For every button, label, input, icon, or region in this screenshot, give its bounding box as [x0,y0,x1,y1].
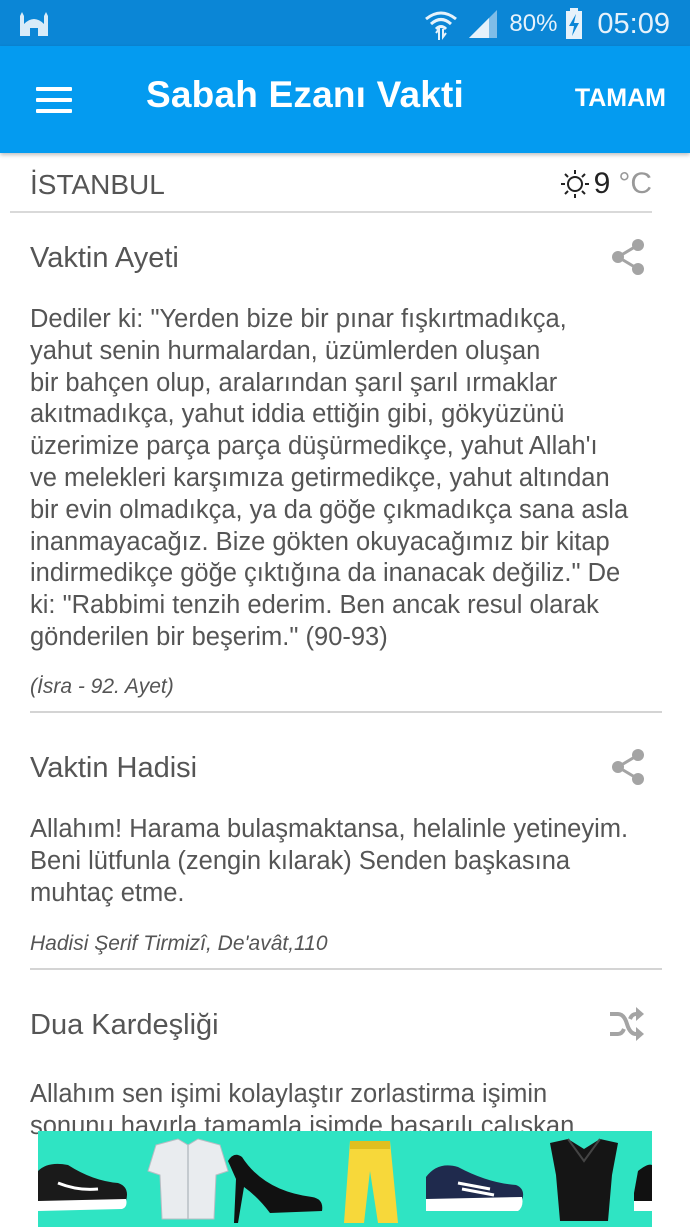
blouse-icon [550,1138,618,1221]
text-line: yahut senin hurmalardan, üzümlerden oluş… [30,336,541,365]
app-bar: Sabah Ezanı Vakti TAMAM [0,46,690,153]
status-bar: 80% 05:09 [0,0,690,46]
location-row: İSTANBUL 9 °C [10,153,652,213]
text-line: indirmedikçe göğe çıktığına da inanacak … [30,559,621,588]
wifi-icon [425,11,458,40]
shirt-icon [147,1138,229,1220]
sneaker-icon [38,1163,127,1211]
text-line: Dediler ki: "Yerden bize bir pınar fışkı… [30,305,567,333]
shuffle-icon[interactable] [608,1005,646,1043]
hadith-source: Hadisi Şerif Tirmizî, De'avât,110 [30,932,328,955]
text-line: akıtmadıkça, yahut iddia ettiğin gibi, g… [30,400,565,429]
high-heel-icon [228,1154,323,1223]
hadith-text: Allahım! Harama bulaşmaktansa, helalinle… [30,814,662,909]
sneaker-icon [426,1165,524,1211]
text-line: ki: "Rabbimi tenzih ederim. Ben ancak re… [30,591,599,620]
verse-title: Vaktin Ayeti [30,242,179,274]
verse-text: Dediler ki: "Yerden bize bir pınar fışkı… [30,304,662,654]
temperature-unit: °C [618,167,652,200]
text-line: Allahım! Harama bulaşmaktansa, helalinle… [30,815,629,843]
clock: 05:09 [597,7,670,40]
battery-percent: 80% [509,10,558,37]
divider [30,968,662,970]
text-line: inanmayacağız. Bize gökten okuyacağımız … [30,527,610,556]
text-line: muhtaç etme. [30,878,185,907]
text-line: bir bahçen olup, aralarından şarıl şarıl… [30,368,558,397]
share-icon[interactable] [610,748,646,786]
temperature: 9 [593,167,611,200]
prayer-title: Dua Kardeşliği [30,1009,219,1041]
sun-icon [560,170,589,198]
battery-charging-icon [566,8,583,39]
done-button[interactable]: TAMAM [575,84,666,113]
text-line: gönderilen bir beşerim." (90-93) [30,622,388,651]
text-line: Beni lütfunla (zengin kılarak) Senden ba… [30,846,571,875]
text-line: ve melekleri karşımıza getirmedikçe, yah… [30,463,610,492]
text-line: üzerimize parça parça düşürmedikçe, yahu… [30,432,598,461]
weather: 9 °C [560,167,652,201]
sneaker-icon [634,1164,652,1211]
ad-banner[interactable] [38,1131,652,1227]
ad-products-image [38,1138,652,1223]
hamburger-menu-icon[interactable] [26,76,80,124]
pants-icon [344,1141,398,1223]
text-line: Allahım sen işimi kolaylaştır zorlastirm… [30,1080,548,1108]
page-title: Sabah Ezanı Vakti [146,74,465,115]
divider [30,711,662,713]
signal-icon [469,10,498,38]
verse-source: (İsra - 92. Ayet) [30,675,174,698]
mosque-icon [20,12,48,36]
city-name: İSTANBUL [30,169,165,200]
share-icon[interactable] [610,238,646,276]
text-line: bir evin olmadıkça, ya da göğe çıkmadıkç… [30,495,629,524]
hadith-title: Vaktin Hadisi [30,752,198,784]
